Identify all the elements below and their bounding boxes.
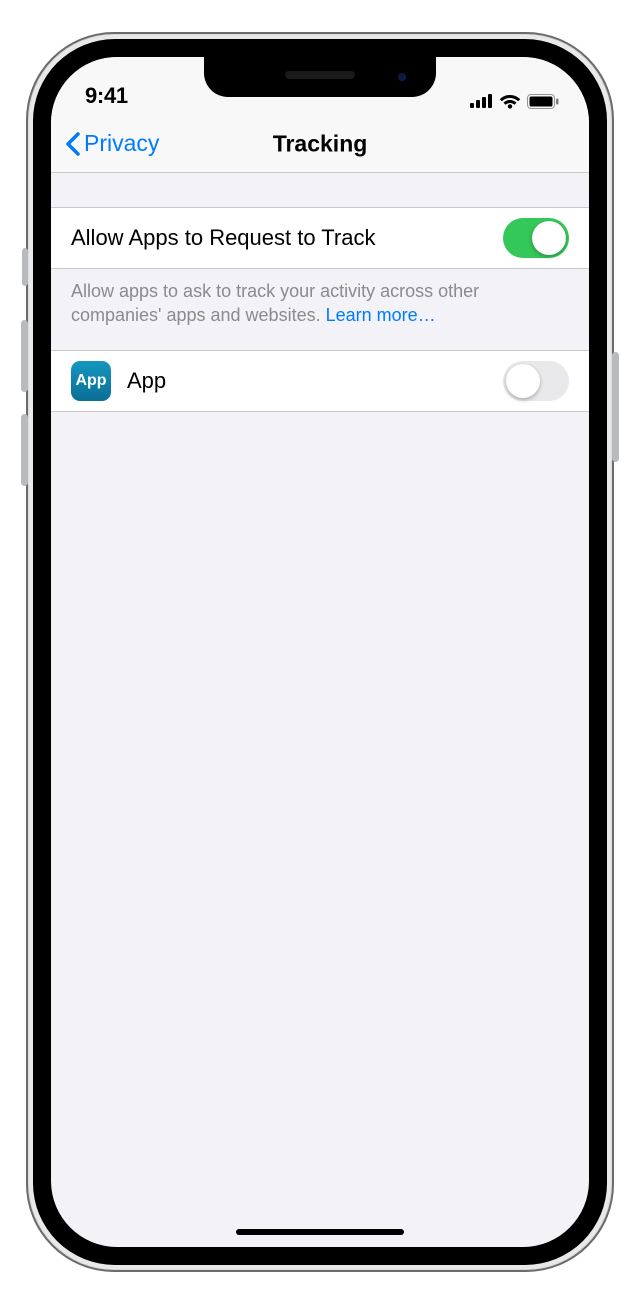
page-title: Tracking	[273, 130, 368, 157]
notch	[204, 57, 436, 97]
phone-frame: 9:41	[26, 32, 614, 1272]
battery-icon	[527, 94, 559, 109]
allow-tracking-footer: Allow apps to ask to track your activity…	[51, 269, 589, 328]
mute-switch	[22, 248, 28, 286]
allow-tracking-label: Allow Apps to Request to Track	[71, 225, 503, 251]
volume-down-button	[21, 414, 28, 486]
power-button	[612, 352, 619, 462]
app-tracking-toggle[interactable]	[503, 361, 569, 401]
screen: 9:41	[51, 57, 589, 1247]
volume-up-button	[21, 320, 28, 392]
cellular-icon	[470, 94, 493, 108]
speaker-grille	[285, 71, 355, 79]
allow-tracking-toggle[interactable]	[503, 218, 569, 258]
app-icon: App	[71, 361, 111, 401]
back-label: Privacy	[84, 130, 159, 157]
chevron-left-icon	[65, 132, 80, 156]
status-time: 9:41	[85, 83, 128, 108]
home-indicator[interactable]	[236, 1229, 404, 1235]
front-camera	[394, 69, 410, 85]
allow-tracking-row: Allow Apps to Request to Track	[51, 207, 589, 269]
nav-bar: Privacy Tracking	[51, 115, 589, 173]
learn-more-link[interactable]: Learn more…	[326, 305, 436, 325]
back-button[interactable]: Privacy	[65, 130, 159, 157]
wifi-icon	[499, 93, 521, 109]
app-tracking-row: App App	[51, 350, 589, 412]
app-name-label: App	[127, 368, 503, 394]
